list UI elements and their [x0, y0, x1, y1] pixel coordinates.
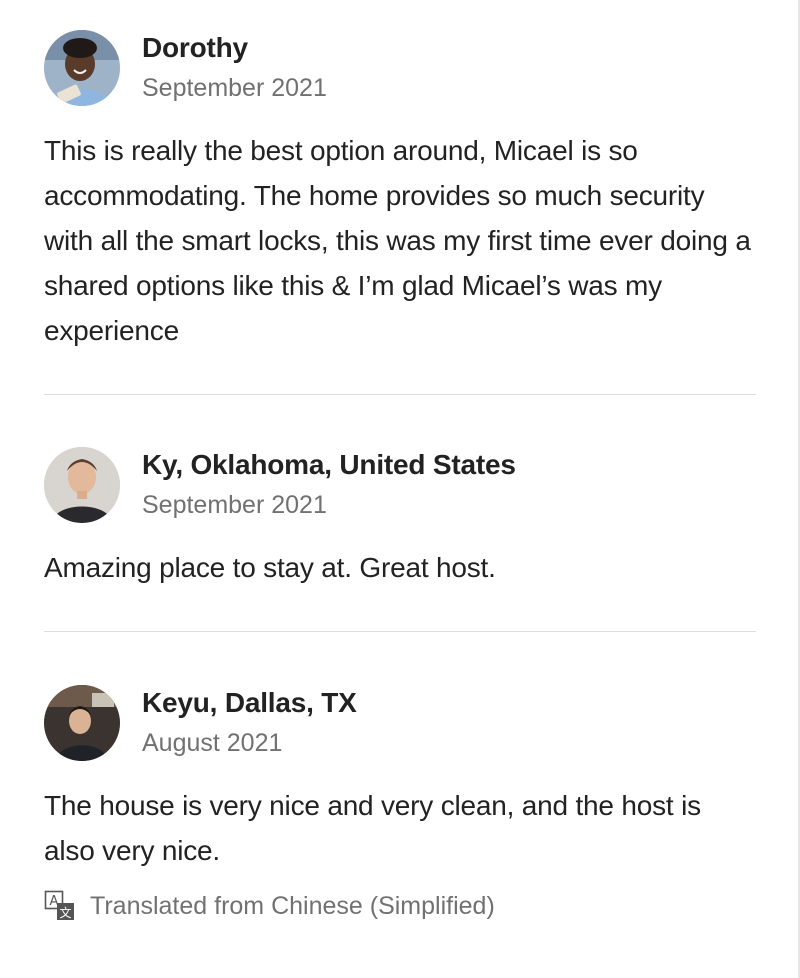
reviewer-name: Ky, Oklahoma, United States — [142, 449, 516, 480]
user-photo-avatar-icon — [44, 30, 120, 106]
reviewer-name: Dorothy — [142, 32, 248, 63]
user-photo-avatar-icon — [44, 447, 120, 523]
translate-icon: A 文 — [44, 890, 74, 920]
reviewer-avatar[interactable] — [44, 685, 120, 761]
translation-label: Translated from Chinese (Simplified) — [90, 892, 495, 920]
reviewer-meta: Ky, Oklahoma, United States September 20… — [142, 448, 516, 522]
user-photo-avatar-icon — [44, 685, 120, 761]
review-header: Dorothy September 2021 — [44, 30, 756, 106]
review-text: The house is very nice and very clean, a… — [44, 790, 701, 866]
reviewer-meta: Keyu, Dallas, TX August 2021 — [142, 686, 357, 760]
review-text: This is really the best option around, M… — [44, 135, 751, 346]
reviewer-name: Keyu, Dallas, TX — [142, 687, 357, 718]
review-item: Dorothy September 2021 This is really th… — [44, 30, 756, 353]
review-text: Amazing place to stay at. Great host. — [44, 552, 496, 583]
translation-note: A 文 Translated from Chinese (Simplified) — [44, 889, 756, 923]
svg-text:文: 文 — [59, 905, 71, 920]
reviewer-meta: Dorothy September 2021 — [142, 31, 327, 105]
review-divider — [44, 631, 756, 632]
reviews-page: Dorothy September 2021 This is really th… — [0, 0, 800, 978]
review-date: August 2021 — [142, 729, 283, 757]
review-item: Ky, Oklahoma, United States September 20… — [44, 447, 756, 590]
review-date: September 2021 — [142, 491, 327, 519]
reviewer-avatar[interactable] — [44, 30, 120, 106]
review-header: Ky, Oklahoma, United States September 20… — [44, 447, 756, 523]
review-date: September 2021 — [142, 74, 327, 102]
review-item: Keyu, Dallas, TX August 2021 The house i… — [44, 685, 756, 923]
review-header: Keyu, Dallas, TX August 2021 — [44, 685, 756, 761]
review-divider — [44, 394, 756, 395]
reviewer-avatar[interactable] — [44, 447, 120, 523]
